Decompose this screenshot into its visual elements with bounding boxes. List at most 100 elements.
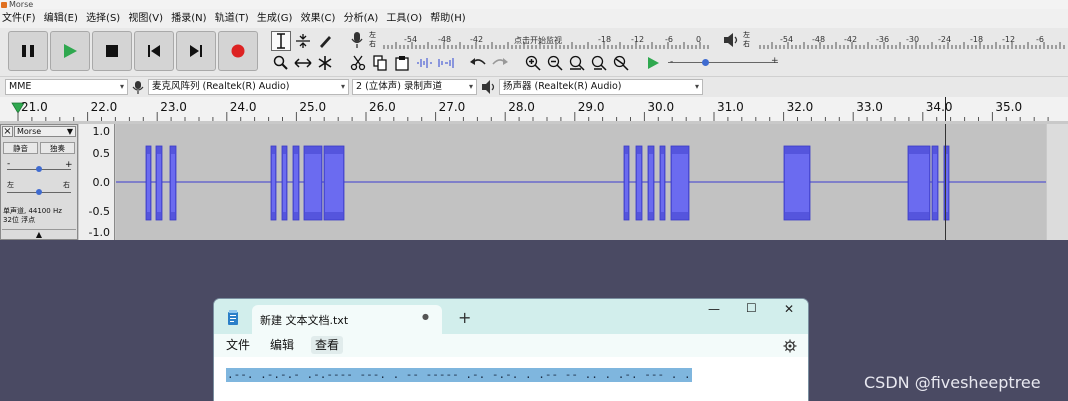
selected-morse-text[interactable]: .--. .-.-.- .-.---- ---. . -- ----- .-. … (226, 368, 692, 382)
waveform-display[interactable] (116, 124, 1046, 240)
record-tick: -48 (438, 35, 452, 44)
clipboard-icon (395, 56, 409, 71)
multi-tool[interactable] (315, 53, 335, 73)
menu-tracks[interactable]: 轨道(T) (213, 9, 252, 28)
trim-button[interactable] (414, 53, 434, 73)
paste-button[interactable] (392, 53, 412, 73)
scale-label: 1.0 (92, 125, 111, 138)
menu-edit[interactable]: 编辑(E) (42, 9, 81, 28)
minimize-button[interactable]: — (708, 302, 720, 316)
stop-button[interactable] (92, 31, 132, 71)
track-close-button[interactable]: × (2, 126, 13, 137)
track-collapse-button[interactable]: ▲ (2, 229, 76, 240)
gain-slider-thumb[interactable] (36, 166, 42, 172)
record-left-label: 左 (369, 31, 376, 39)
envelope-tool[interactable] (293, 31, 313, 51)
redo-button[interactable] (490, 53, 510, 73)
copy-button[interactable] (370, 53, 390, 73)
play-tick: -36 (876, 35, 890, 44)
skip-start-icon (148, 45, 160, 57)
i-beam-icon (277, 33, 285, 49)
playback-meter-speaker-icon[interactable] (722, 31, 740, 53)
zoom-tool[interactable] (271, 53, 291, 73)
menu-generate[interactable]: 生成(G) (255, 9, 296, 28)
zoom-toggle-button[interactable] (611, 53, 631, 73)
audio-host-select[interactable]: MME ▾ (5, 79, 128, 95)
waveform-burst-core (171, 154, 175, 212)
skip-to-end-button[interactable] (176, 31, 216, 71)
track-control-panel[interactable]: × Morse ▼ 静音 独奏 - + 左 右 单声道, 44100 Hz 32… (0, 124, 78, 240)
maximize-button[interactable]: ☐ (746, 301, 757, 315)
notepad-menu-edit[interactable]: 编辑 (266, 336, 298, 354)
speaker-icon (481, 79, 497, 99)
menu-transport[interactable]: 播录(N) (169, 9, 209, 28)
menu-file[interactable]: 文件(F) (0, 9, 39, 28)
record-meter-mic-icon[interactable] (350, 31, 364, 53)
notepad-tab[interactable]: 新建 文本文档.txt ● (252, 305, 442, 334)
track-name-menu[interactable]: Morse ▼ (14, 126, 76, 137)
notepad-text-area[interactable]: .--. .-.-.- .-.---- ---. . -- ----- .-. … (214, 357, 808, 401)
record-icon (231, 44, 245, 58)
notepad-window: 新建 文本文档.txt ● + — ☐ ✕ 文件 编辑 查看 .--. .-.-… (214, 299, 808, 401)
unsaved-dot-icon[interactable]: ● (422, 312, 429, 321)
pan-left-label: 左 (7, 181, 14, 189)
selection-tool[interactable] (271, 31, 291, 51)
menu-select[interactable]: 选择(S) (84, 9, 123, 28)
menu-help[interactable]: 帮助(H) (428, 9, 468, 28)
stop-icon (106, 45, 118, 57)
ruler-tick-label: 31.0 (717, 100, 744, 114)
timeline-ruler[interactable]: 21.0 22.0 23.0 24.0 25.0 26.0 27.0 28.0 29.0 30.0… (0, 97, 1068, 122)
close-button[interactable]: ✕ (784, 302, 794, 316)
playback-device-select[interactable]: 扬声器 (Realtek(R) Audio) ▾ (499, 79, 703, 95)
asterisk-icon (318, 56, 332, 70)
zoom-in-button[interactable] (523, 53, 543, 73)
record-tick: -54 (404, 35, 418, 44)
record-right-label: 右 (369, 40, 376, 48)
track-rate-info: 单声道, 44100 Hz (3, 207, 62, 215)
time-shift-tool[interactable] (293, 53, 313, 73)
silence-button[interactable] (436, 53, 456, 73)
record-button[interactable] (218, 31, 258, 71)
menu-effect[interactable]: 效果(C) (299, 9, 339, 28)
record-meter[interactable]: -54 -48 -42 点击开始监视 -18 -12 -6 0 (380, 31, 710, 49)
solo-button[interactable]: 独奏 (40, 142, 75, 154)
record-tick: 0 (696, 35, 702, 44)
skip-to-start-button[interactable] (134, 31, 174, 71)
play-speed-slider[interactable]: - + (668, 56, 779, 69)
play-button[interactable] (50, 31, 90, 71)
track-bit-info: 32位 浮点 (3, 216, 36, 224)
notepad-menu-view[interactable]: 查看 (311, 336, 344, 354)
undo-button[interactable] (468, 53, 488, 73)
settings-gear-icon[interactable] (783, 339, 797, 353)
recording-channels-select[interactable]: 2 (立体声) 录制声道 ▾ (352, 79, 477, 95)
zoom-fit-project-icon (591, 55, 607, 71)
recording-device-value: 麦克风阵列 (Realtek(R) Audio) (152, 81, 290, 92)
cut-button[interactable] (348, 53, 368, 73)
pause-button[interactable] (8, 31, 48, 71)
notepad-icon (228, 310, 238, 325)
csdn-watermark: CSDN @fivesheeptree (864, 373, 1041, 392)
play-at-speed-button[interactable] (643, 53, 663, 73)
new-tab-button[interactable]: + (458, 308, 471, 327)
notepad-menu-file[interactable]: 文件 (222, 336, 254, 354)
gain-slider[interactable]: - + (7, 159, 73, 175)
menu-analyze[interactable]: 分析(A) (342, 9, 382, 28)
menu-tools[interactable]: 工具(O) (384, 9, 425, 28)
waveform-burst-core (294, 154, 298, 212)
play-speed-thumb[interactable] (702, 59, 709, 66)
notepad-tab-title: 新建 文本文档.txt (260, 314, 349, 327)
playback-meter[interactable]: -54 -48 -42 -36 -30 -24 -18 -12 -6 (756, 31, 1066, 49)
record-lr-labels: 左 右 (369, 31, 378, 49)
fit-project-button[interactable] (589, 53, 609, 73)
draw-tool[interactable] (315, 31, 335, 51)
mute-button[interactable]: 静音 (3, 142, 38, 154)
record-tick: -42 (470, 35, 484, 44)
zoom-out-button[interactable] (545, 53, 565, 73)
recording-device-select[interactable]: 麦克风阵列 (Realtek(R) Audio) ▾ (148, 79, 349, 95)
play-tick: -6 (1036, 35, 1044, 44)
fit-selection-button[interactable] (567, 53, 587, 73)
device-toolbar: MME ▾ 麦克风阵列 (Realtek(R) Audio) ▾ 2 (立体声) 录… (0, 76, 1068, 99)
menu-view[interactable]: 视图(V) (126, 9, 166, 28)
pan-slider-thumb[interactable] (36, 189, 42, 195)
pan-slider[interactable]: 左 右 (7, 181, 71, 197)
